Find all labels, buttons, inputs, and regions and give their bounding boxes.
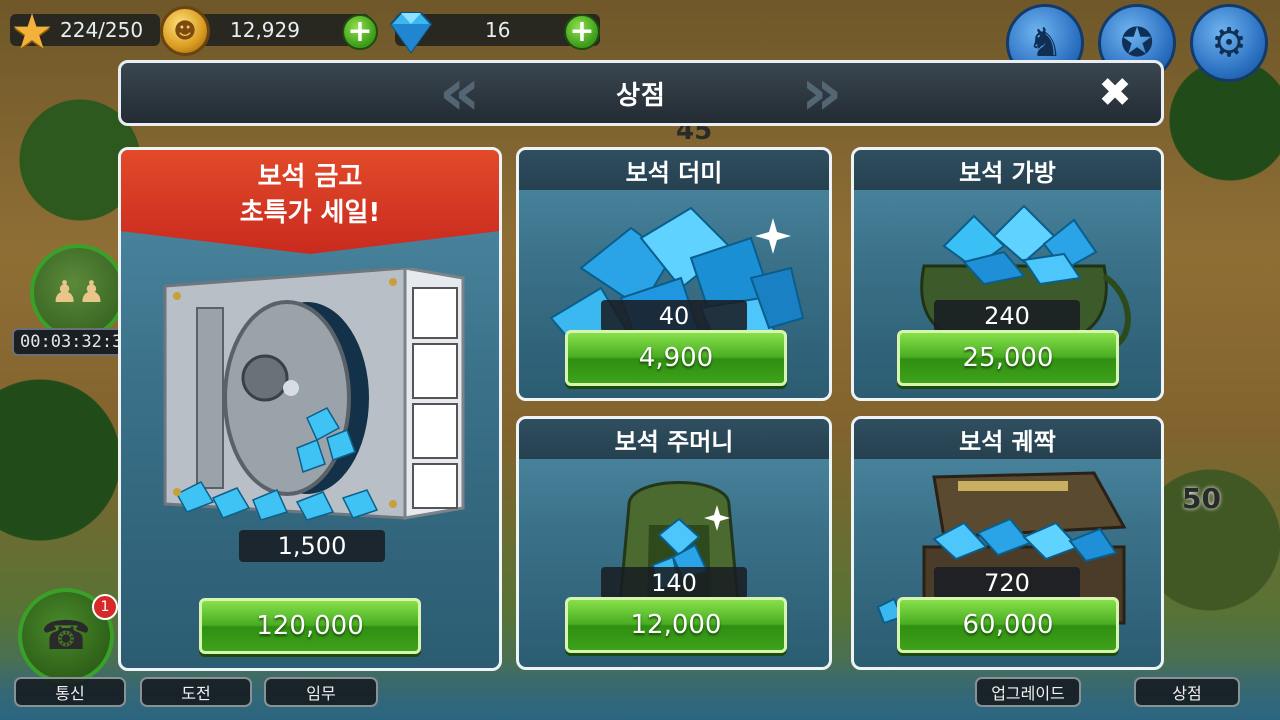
gem-pile-quantity-value: 40 [658,302,690,330]
gem-bag-title: 보석 가방 [854,150,1161,190]
gold-value: 12,929 [230,18,300,42]
gem-pouch-quantity: 140 [601,567,747,599]
squad-portrait[interactable]: ♟♟ [30,244,126,340]
notification-badge: 1 [92,594,118,620]
challenge-label: 도전 [181,684,211,703]
gem-bag-card[interactable]: 보석 가방 240 25,000 [851,147,1164,401]
sale-ribbon: 보석 금고 초특가 세일! [121,150,499,254]
gem-bag-buy-button[interactable]: 25,000 [897,330,1119,386]
shop-label: 상점 [1172,684,1202,703]
featured-title: 보석 금고 [257,162,363,192]
star-icon: ★ [10,4,54,60]
gem-pile-title: 보석 더미 [519,150,829,190]
add-gems-button[interactable]: + [564,14,600,50]
xp-value: 224/250 [60,18,144,42]
upgrade-tab[interactable]: 업그레이드 [975,677,1081,707]
map-level-50: 50 [1182,482,1221,515]
radio-icon: ☎ [41,613,91,659]
timer-value: 00:03:32:3 [20,332,123,352]
mission-label: 임무 [306,684,336,703]
gem-bag-quantity: 240 [934,300,1080,332]
mission-tab[interactable]: 임무 [264,677,378,707]
gem-pile-card[interactable]: 보석 더미 40 4,900 [516,147,832,401]
gem-pile-price: 4,900 [638,343,714,373]
gem-chest-quantity-value: 720 [984,569,1030,597]
featured-buy-button[interactable]: 120,000 [199,598,421,654]
vault-illustration [163,268,465,521]
timer: 00:03:32:3 [12,328,132,356]
gem-pouch-title: 보석 주머니 [519,419,829,459]
gem-pouch-card[interactable]: 보석 주머니 140 12,000 [516,416,832,670]
close-button[interactable]: ✖ [1093,70,1137,116]
gem-pouch-price: 12,000 [630,610,722,640]
gem-pile-buy-button[interactable]: 4,900 [565,330,787,386]
settings-button[interactable]: ⚙ [1190,4,1268,82]
gem-chest-card[interactable]: 보석 궤짝 720 60,000 [851,416,1164,670]
gem-chest-title: 보석 궤짝 [854,419,1161,459]
gem-icon [385,6,437,58]
shop-tab[interactable]: 상점 [1134,677,1240,707]
soldier-icon: ♟♟ [51,274,105,310]
comms-tab[interactable]: 통신 [14,677,126,707]
featured-offer-card[interactable]: 보석 금고 초특가 세일! 1,500 120,000 [118,147,502,671]
close-icon: ✖ [1098,70,1132,116]
shop-title: 상점 [616,80,666,111]
coin-icon: ☻ [160,6,210,56]
gem-bag-quantity-value: 240 [984,302,1030,330]
featured-price: 120,000 [256,611,364,641]
upgrade-label: 업그레이드 [991,684,1065,703]
gem-pouch-quantity-value: 140 [651,569,697,597]
featured-quantity-value: 1,500 [277,532,347,560]
add-gold-button[interactable]: + [342,14,378,50]
chevron-left-icon: « [439,60,481,126]
gem-bag-price: 25,000 [962,343,1054,373]
gem-chest-quantity: 720 [934,567,1080,599]
gem-pouch-buy-button[interactable]: 12,000 [565,597,787,653]
gem-chest-buy-button[interactable]: 60,000 [897,597,1119,653]
gem-value: 16 [485,18,511,42]
featured-subtitle: 초특가 세일! [239,198,381,228]
chevron-right-icon: » [801,60,843,126]
shop-header: « » 상점 ✖ [118,60,1164,126]
gem-pile-quantity: 40 [601,300,747,332]
gem-chest-price: 60,000 [962,610,1054,640]
challenge-tab[interactable]: 도전 [140,677,252,707]
featured-quantity: 1,500 [239,530,385,562]
comms-label: 통신 [55,684,85,703]
gear-icon: ⚙ [1211,20,1247,66]
